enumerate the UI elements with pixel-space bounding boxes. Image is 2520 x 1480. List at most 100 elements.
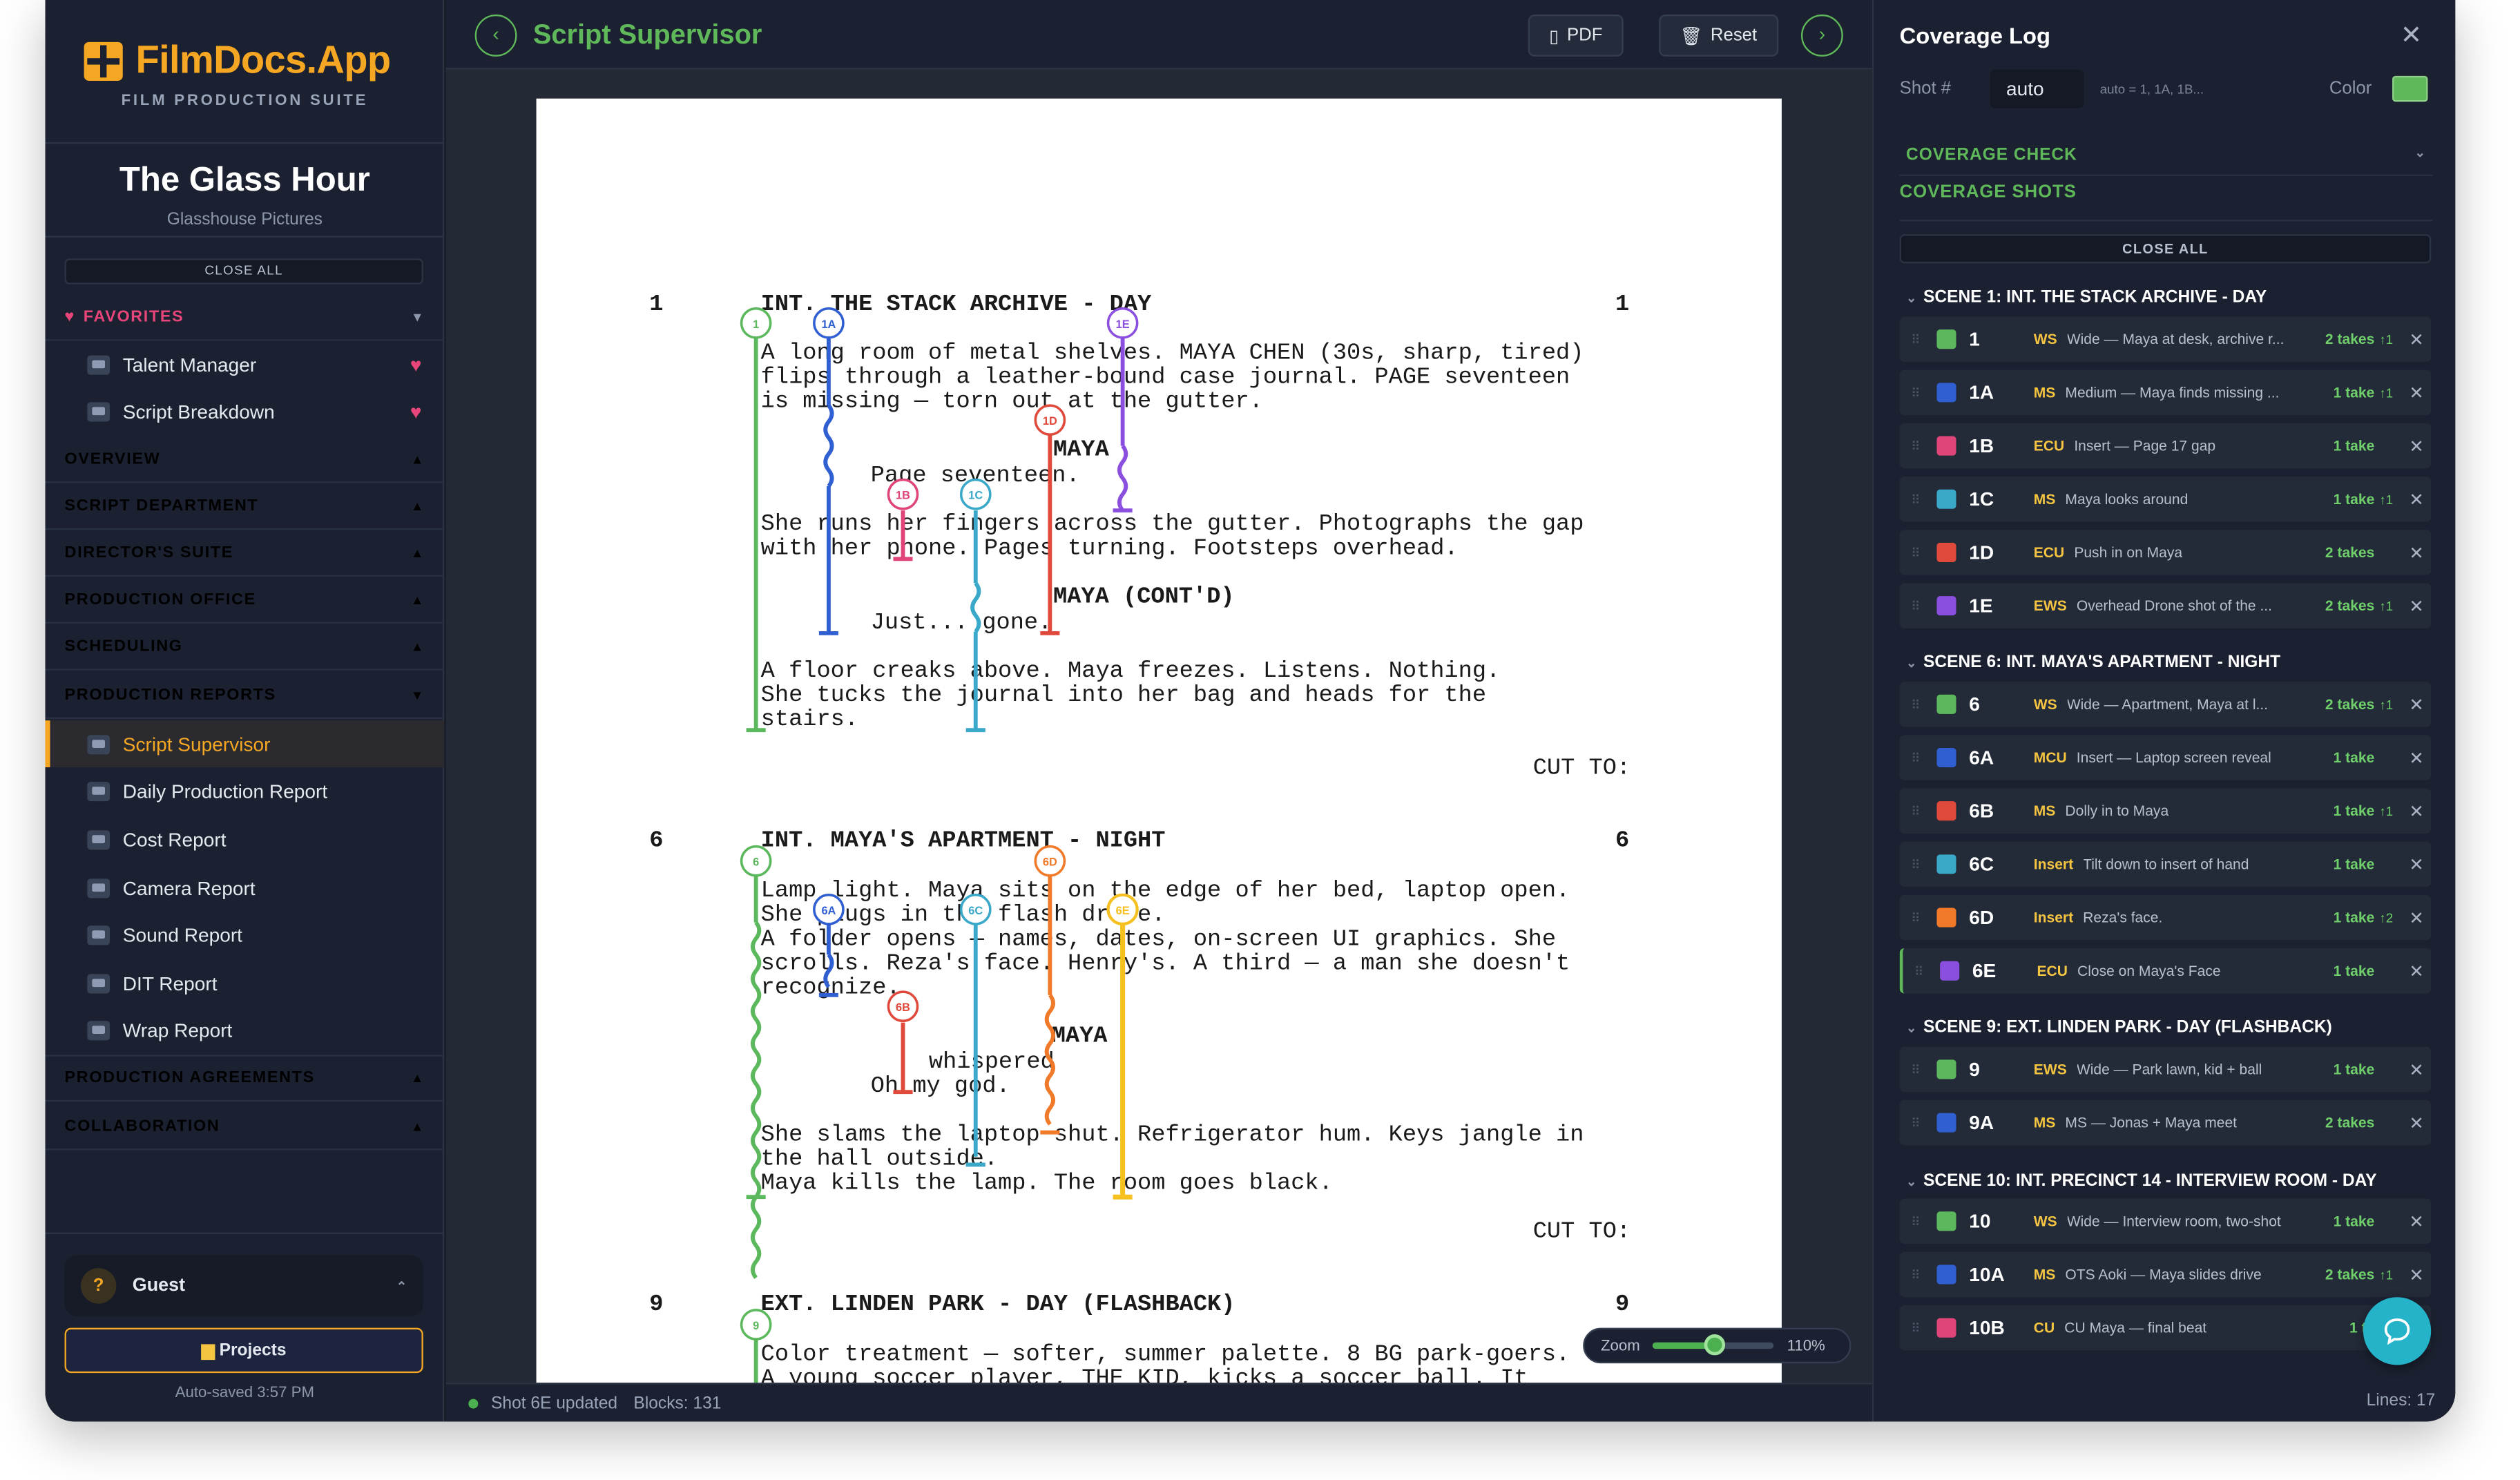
shot-color-swatch[interactable] [1936, 329, 1956, 349]
coverage-line-1B[interactable]: 1B [887, 478, 919, 561]
coverage-line-6B[interactable]: 6B [887, 990, 919, 1095]
coverage-line-9[interactable]: 9 [740, 1309, 772, 1383]
user-menu[interactable]: ? Guest ⌃ [64, 1255, 423, 1317]
shot-color-swatch[interactable] [1936, 489, 1956, 509]
drag-handle-icon[interactable]: ⠿ [1905, 599, 1927, 613]
coverage-shot-row[interactable]: ⠿ 6 WS Wide — Apartment, Maya at l... 2 take… [1899, 682, 2432, 727]
section-overview[interactable]: OVERVIEW ▲ [45, 436, 445, 483]
shot-number-input[interactable]: auto [1990, 69, 2084, 108]
section-directors-suite[interactable]: DIRECTOR'S SUITE ▲ [45, 530, 445, 577]
sidebar-item-wrap-report[interactable]: Wrap Report [45, 1006, 444, 1053]
forward-button[interactable]: › [1800, 15, 1843, 57]
delete-shot-icon[interactable]: ✕ [2402, 854, 2431, 875]
drag-handle-icon[interactable]: ⠿ [1905, 332, 1927, 347]
shot-color-swatch[interactable] [1936, 1211, 1956, 1231]
shot-color-swatch[interactable] [1936, 596, 1956, 616]
delete-shot-icon[interactable]: ✕ [2402, 961, 2431, 981]
coverage-line-6D[interactable]: 6D [1034, 845, 1066, 1135]
coverage-line-1D[interactable]: 1D [1034, 404, 1066, 635]
favorite-heart-icon[interactable]: ♥ [410, 353, 422, 376]
coverage-shot-row[interactable]: ⠿ 6E ECU Close on Maya's Face 1 take ✕ [1899, 948, 2432, 994]
coverage-shot-row[interactable]: ⠿ 1D ECU Push in on Maya 2 takes ✕ [1899, 530, 2432, 575]
section-production-office[interactable]: PRODUCTION OFFICE ▲ [45, 577, 445, 624]
coverage-line-6E[interactable]: 6E [1106, 893, 1139, 1200]
coverage-shot-row[interactable]: ⠿ 6D Insert Reza's face. 1 take ↑2 ✕ [1899, 894, 2432, 941]
delete-shot-icon[interactable]: ✕ [2402, 1112, 2431, 1133]
delete-shot-icon[interactable]: ✕ [2402, 489, 2431, 510]
sidebar-item-daily-production-report[interactable]: Daily Production Report [45, 767, 444, 814]
coverage-shot-row[interactable]: ⠿ 1E EWS Overhead Drone shot of the ... 2 ta… [1899, 583, 2432, 628]
coverage-line-1C[interactable]: 1C [959, 478, 992, 733]
delete-shot-icon[interactable]: ✕ [2402, 382, 2431, 403]
shot-color-swatch[interactable] [1936, 1265, 1956, 1285]
sidebar-item-script-supervisor[interactable]: Script Supervisor [45, 720, 445, 768]
scene-group-heading[interactable]: ⌄ SCENE 6: INT. MAYA'S APARTMENT - NIGHT [1900, 653, 2432, 672]
delete-shot-icon[interactable]: ✕ [2402, 747, 2431, 768]
shot-color-swatch[interactable] [1936, 907, 1956, 928]
drag-handle-icon[interactable]: ⠿ [1905, 1115, 1927, 1130]
shot-color-swatch[interactable] [1936, 383, 1956, 403]
coverage-line-6C[interactable]: 6C [959, 894, 992, 1167]
delete-shot-icon[interactable]: ✕ [2402, 329, 2431, 349]
coverage-shot-row[interactable]: ⠿10BCUCU Maya — final beat1 ta✕ [1899, 1305, 2432, 1351]
coverage-shot-row[interactable]: ⠿ 1C MS Maya looks around 1 take ↑1 ✕ [1899, 477, 2432, 522]
coverage-shot-row[interactable]: ⠿ 10A MS OTS Aoki — Maya slides drive 2 take… [1899, 1251, 2432, 1298]
drag-handle-icon[interactable]: ⠿ [1905, 385, 1927, 400]
drag-handle-icon[interactable]: ⠿ [1907, 963, 1930, 978]
script-page[interactable]: 1 INT. THE STACK ARCHIVE - DAY 1 A long … [536, 98, 1782, 1383]
sidebar-item-sound-report[interactable]: Sound Report [45, 911, 444, 958]
coverage-shot-row[interactable]: ⠿ 6A MCU Insert — Laptop screen reveal 1 tak… [1899, 735, 2432, 780]
drag-handle-icon[interactable]: ⠿ [1905, 1267, 1927, 1282]
favorite-heart-icon[interactable]: ♥ [410, 400, 422, 423]
close-all-button[interactable]: CLOSE ALL [64, 258, 423, 285]
drag-handle-icon[interactable]: ⠿ [1905, 697, 1927, 711]
projects-button[interactable]: ▆ Projects [64, 1327, 423, 1374]
delete-shot-icon[interactable]: ✕ [2402, 694, 2431, 715]
zoom-slider-handle[interactable] [1704, 1334, 1725, 1356]
coverage-line-1E[interactable]: 1E [1106, 307, 1139, 513]
delete-shot-icon[interactable]: ✕ [2402, 435, 2431, 457]
coverage-shot-row[interactable]: ⠿ 1B ECU Insert — Page 17 gap 1 take ✕ [1899, 423, 2432, 469]
section-production-agreements[interactable]: PRODUCTION AGREEMENTS ▲ [45, 1055, 445, 1102]
sidebar-item-script-breakdown[interactable]: Script Breakdown ♥ [45, 387, 444, 434]
drag-handle-icon[interactable]: ⠿ [1905, 750, 1927, 765]
scene-group-heading[interactable]: ⌄ SCENE 10: INT. PRECINCT 14 - INTERVIEW … [1900, 1171, 2432, 1191]
coverage-shot-row[interactable]: ⠿ 6C Insert Tilt down to insert of hand 1 ta… [1899, 841, 2432, 887]
shot-color-swatch[interactable] [1936, 694, 1956, 714]
shot-color-swatch[interactable] [1940, 961, 1960, 981]
close-all-groups-button[interactable]: CLOSE ALL [1899, 234, 2432, 264]
scene-group-heading[interactable]: ⌄ SCENE 1: INT. THE STACK ARCHIVE - DAY [1900, 287, 2432, 307]
section-production-reports[interactable]: PRODUCTION REPORTS ▼ [45, 672, 445, 719]
shot-color-swatch[interactable] [1936, 801, 1956, 821]
delete-shot-icon[interactable]: ✕ [2402, 800, 2431, 821]
color-swatch[interactable] [2392, 75, 2428, 102]
coverage-shot-row[interactable]: ⠿ 6B MS Dolly in to Maya 1 take ↑1 ✕ [1899, 788, 2432, 834]
coverage-shot-row[interactable]: ⠿ 9A MS MS — Jonas + Maya meet 2 takes ✕ [1899, 1099, 2432, 1146]
delete-shot-icon[interactable]: ✕ [2402, 1211, 2431, 1231]
shot-color-swatch[interactable] [1936, 542, 1956, 562]
drag-handle-icon[interactable]: ⠿ [1905, 492, 1927, 506]
coverage-line-6[interactable]: 6 [740, 845, 772, 1279]
shot-color-swatch[interactable] [1936, 747, 1956, 768]
sidebar-item-cost-report[interactable]: Cost Report [45, 816, 444, 863]
scene-group-heading[interactable]: ⌄ SCENE 9: EXT. LINDEN PARK - DAY (FLASHB… [1900, 1018, 2432, 1037]
reset-button[interactable]: 🗑 Reset [1659, 15, 1778, 57]
drag-handle-icon[interactable]: ⠿ [1905, 1214, 1927, 1229]
drag-handle-icon[interactable]: ⠿ [1905, 910, 1927, 925]
shot-color-swatch[interactable] [1936, 1059, 1956, 1079]
section-favorites[interactable]: ♥ FAVORITES ▼ [45, 294, 445, 341]
coverage-line-6A[interactable]: 6A [813, 894, 845, 997]
delete-shot-icon[interactable]: ✕ [2402, 1264, 2431, 1285]
delete-shot-icon[interactable]: ✕ [2402, 542, 2431, 563]
back-button[interactable]: ‹ [474, 15, 517, 57]
section-scheduling[interactable]: SCHEDULING ▲ [45, 624, 445, 671]
pdf-button[interactable]: ▯ PDF [1528, 15, 1624, 57]
zoom-slider[interactable] [1653, 1334, 1774, 1356]
delete-shot-icon[interactable]: ✕ [2402, 595, 2431, 616]
coverage-shot-row[interactable]: ⠿ 9 EWS Wide — Park lawn, kid + ball 1 take ✕ [1899, 1046, 2432, 1093]
drag-handle-icon[interactable]: ⠿ [1905, 804, 1927, 818]
coverage-line-1[interactable]: 1 [740, 307, 772, 733]
shot-color-swatch[interactable] [1936, 436, 1956, 456]
section-script-department[interactable]: SCRIPT DEPARTMENT ▲ [45, 483, 445, 530]
coverage-line-1A[interactable]: 1A [813, 307, 845, 635]
